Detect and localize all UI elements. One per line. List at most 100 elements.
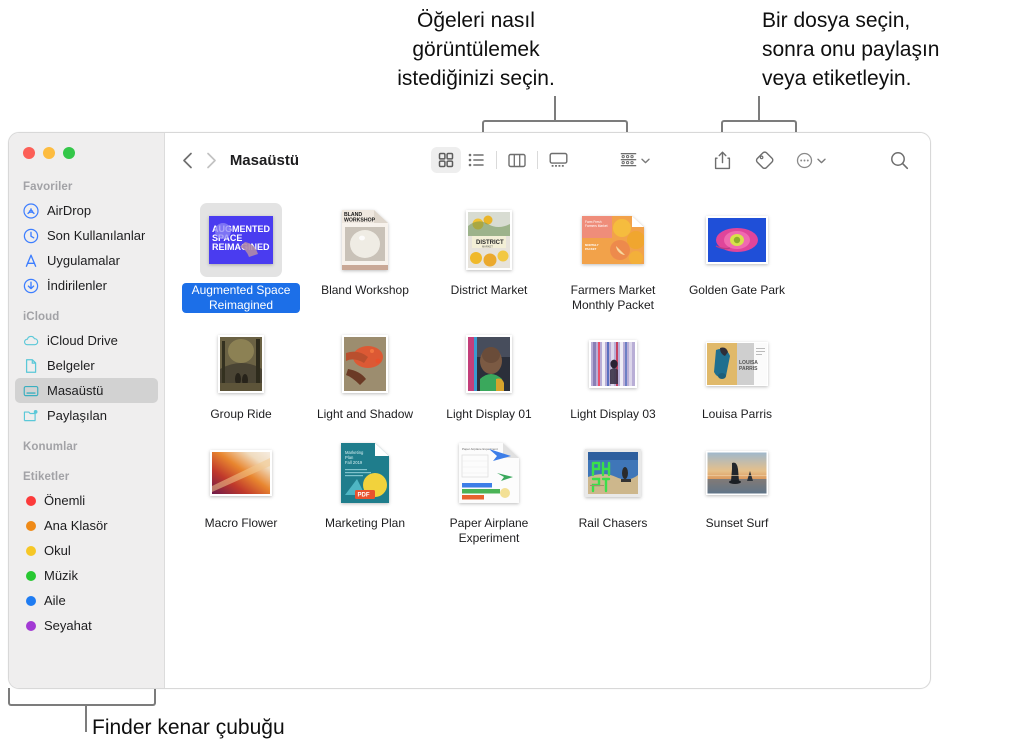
- search-icon[interactable]: [887, 147, 912, 173]
- file-thumbnail[interactable]: [200, 327, 282, 401]
- callout-sidebar: Finder kenar çubuğu: [92, 716, 285, 739]
- file-thumbnail[interactable]: AUGMENTEDSPACEREIMAGINED: [200, 203, 282, 277]
- chevron-down-icon: [641, 151, 650, 169]
- column-view-button[interactable]: [502, 147, 532, 173]
- file-thumbnail[interactable]: Paper Airplane Experiment: [448, 436, 530, 510]
- file-label[interactable]: Marketing Plan: [321, 516, 409, 531]
- file-name: Macro Flower: [204, 516, 278, 530]
- minimize-button[interactable]: [43, 147, 55, 159]
- file-thumbnail[interactable]: BLAND WORKSHOP: [324, 203, 406, 277]
- file-name: Light Display 03: [570, 407, 656, 421]
- file-thumbnail[interactable]: [200, 436, 282, 510]
- file-item[interactable]: LOUISA PARRIS Louisa Parris: [675, 327, 799, 422]
- file-name: Golden Gate Park: [688, 283, 786, 297]
- share-button[interactable]: [711, 147, 734, 173]
- sidebar-item-icloud-drive[interactable]: iCloud Drive: [15, 328, 158, 353]
- sidebar-item-seyahat[interactable]: Seyahat: [15, 613, 158, 638]
- file-thumbnail[interactable]: DISTRICT MARKET: [448, 203, 530, 277]
- svg-text:PACKET: PACKET: [585, 247, 597, 251]
- sidebar-item-belgeler[interactable]: Belgeler: [15, 353, 158, 378]
- sidebar-item-ana-klasör[interactable]: Ana Klasör: [15, 513, 158, 538]
- sidebar-item-önemli[interactable]: Önemli: [15, 488, 158, 513]
- file-item[interactable]: Light Display 03: [551, 327, 675, 422]
- zoom-button[interactable]: [63, 147, 75, 159]
- file-label[interactable]: Rail Chasers: [575, 516, 652, 531]
- back-chevron-icon[interactable]: [179, 147, 195, 173]
- toolbar-divider: [537, 151, 538, 169]
- file-grid[interactable]: AUGMENTEDSPACEREIMAGINED Augmented Space …: [165, 187, 930, 688]
- file-label[interactable]: Augmented Space Reimagined: [182, 283, 300, 313]
- sidebar-section-gap: [9, 428, 164, 437]
- sidebar-item-label: İndirilenler: [47, 278, 107, 293]
- sidebar-item-masaüstü[interactable]: Masaüstü: [15, 378, 158, 403]
- file-item[interactable]: Farm Fresh Farmers Market MONTHLY PACKET Far…: [551, 203, 675, 313]
- forward-chevron-icon[interactable]: [203, 147, 219, 173]
- file-item[interactable]: Light Display 01: [427, 327, 551, 422]
- desktop-icon: [23, 383, 39, 399]
- file-thumbnail[interactable]: [448, 327, 530, 401]
- file-item[interactable]: DISTRICT MARKET District Market: [427, 203, 551, 313]
- file-item[interactable]: Paper Airplane Experiment Paper Airplane …: [427, 436, 551, 546]
- sidebar-item-aile[interactable]: Aile: [15, 588, 158, 613]
- file-label[interactable]: Bland Workshop: [317, 283, 413, 298]
- file-thumbnail[interactable]: Marketing Plan Fall 2019 PDF: [324, 436, 406, 510]
- file-label[interactable]: Macro Flower: [201, 516, 282, 531]
- sidebar-item-airdrop[interactable]: AirDrop: [15, 198, 158, 223]
- file-item[interactable]: Golden Gate Park: [675, 203, 799, 313]
- gallery-view-button[interactable]: [543, 147, 573, 173]
- file-thumbnail[interactable]: [324, 327, 406, 401]
- file-item[interactable]: Group Ride: [179, 327, 303, 422]
- file-thumbnail[interactable]: LOUISA PARRIS: [696, 327, 778, 401]
- icon-view-button[interactable]: [431, 147, 461, 173]
- sidebar-item-label: Ana Klasör: [44, 518, 108, 533]
- file-item[interactable]: AUGMENTEDSPACEREIMAGINED Augmented Space …: [179, 203, 303, 313]
- file-thumbnail[interactable]: [572, 327, 654, 401]
- sidebar-item-son-kullanılanlar[interactable]: Son Kullanılanlar: [15, 223, 158, 248]
- callout-stem-sidebar: [85, 706, 87, 732]
- sidebar-item-i̇ndirilenler[interactable]: İndirilenler: [15, 273, 158, 298]
- finder-sidebar: Favoriler AirDrop Son Kullanılanlar Uygulam…: [9, 133, 165, 688]
- sidebar-item-okul[interactable]: Okul: [15, 538, 158, 563]
- sidebar-item-label: Aile: [44, 593, 66, 608]
- file-item[interactable]: Sunset Surf: [675, 436, 799, 546]
- file-thumbnail[interactable]: [696, 436, 778, 510]
- more-options-button[interactable]: [793, 147, 829, 173]
- file-thumbnail[interactable]: [696, 203, 778, 277]
- finder-window: Favoriler AirDrop Son Kullanılanlar Uygulam…: [8, 132, 931, 689]
- file-label[interactable]: Group Ride: [206, 407, 275, 422]
- file-thumbnail[interactable]: Farm Fresh Farmers Market MONTHLY PACKET: [572, 203, 654, 277]
- sidebar-item-paylaşılan[interactable]: Paylaşılan: [15, 403, 158, 428]
- file-item[interactable]: Marketing Plan Fall 2019 PDF Marketing Plan: [303, 436, 427, 546]
- group-by-button[interactable]: [617, 147, 653, 173]
- file-name: Louisa Parris: [701, 407, 773, 421]
- file-item[interactable]: Rail Chasers: [551, 436, 675, 546]
- file-label[interactable]: District Market: [447, 283, 532, 298]
- list-view-button[interactable]: [461, 147, 491, 173]
- sidebar-item-label: Önemli: [44, 493, 86, 508]
- sidebar-item-uygulamalar[interactable]: Uygulamalar: [15, 248, 158, 273]
- applications-icon: [23, 253, 39, 269]
- view-mode-segmented-control: [431, 147, 573, 173]
- airdrop-icon: [23, 202, 39, 219]
- file-item[interactable]: BLAND WORKSHOP Bland Workshop: [303, 203, 427, 313]
- file-label[interactable]: Light Display 01: [442, 407, 535, 422]
- file-name: Group Ride: [210, 407, 272, 421]
- sidebar-item-müzik[interactable]: Müzik: [15, 563, 158, 588]
- file-label[interactable]: Golden Gate Park: [685, 283, 789, 298]
- file-label[interactable]: Sunset Surf: [702, 516, 773, 531]
- file-label[interactable]: Farmers Market Monthly Packet: [554, 283, 672, 313]
- file-label[interactable]: Light Display 03: [566, 407, 659, 422]
- file-label[interactable]: Light and Shadow: [313, 407, 417, 422]
- toolbar-actions: [617, 147, 912, 173]
- file-item[interactable]: Light and Shadow: [303, 327, 427, 422]
- file-name: Augmented Space Reimagined: [182, 283, 300, 313]
- file-label[interactable]: Paper Airplane Experiment: [430, 516, 548, 546]
- tag-button[interactable]: [752, 147, 777, 173]
- tag-dot-icon: [26, 595, 36, 606]
- file-item[interactable]: Macro Flower: [179, 436, 303, 546]
- tag-dot-icon: [26, 620, 36, 631]
- file-label[interactable]: Louisa Parris: [698, 407, 776, 422]
- file-thumbnail[interactable]: [572, 436, 654, 510]
- close-button[interactable]: [23, 147, 35, 159]
- file-name: Rail Chasers: [578, 516, 648, 530]
